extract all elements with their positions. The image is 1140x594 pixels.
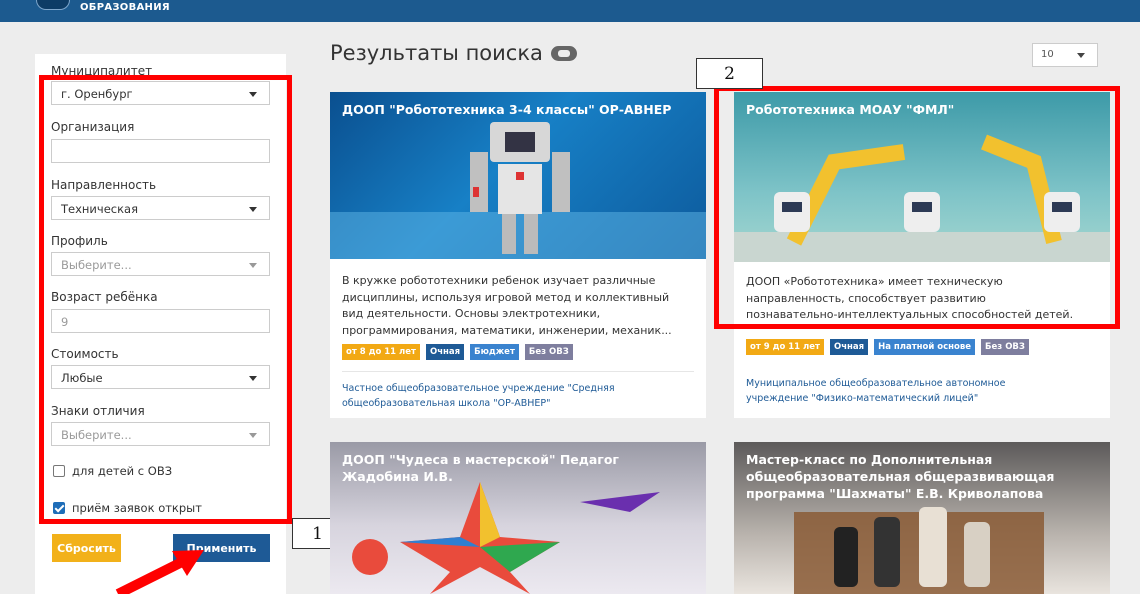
form-tag: Очная (425, 344, 465, 360)
chevron-down-icon (1077, 53, 1085, 58)
badges-placeholder: Выберите... (61, 428, 132, 442)
badges-select[interactable]: Выберите... (51, 422, 270, 446)
open-applications-checkbox[interactable]: приём заявок открыт (53, 501, 202, 515)
logo-icon[interactable] (36, 0, 70, 10)
funding-tag: Бюджет (470, 344, 519, 360)
card-image[interactable]: ДООП "Чудеса в мастерской" Педагог Жадоб… (330, 442, 706, 594)
card-tags: от 8 до 11 лет Очная Бюджет Без ОВЗ (342, 344, 573, 360)
ovz-tag: Без ОВЗ (981, 339, 1029, 355)
card-organization[interactable]: Муниципальное общеобразовательное автоно… (746, 376, 1005, 406)
age-value: 9 (61, 315, 69, 329)
result-card[interactable]: Мастер-класс по Дополнительная общеобраз… (734, 442, 1110, 594)
cost-select[interactable]: Любые (51, 365, 270, 389)
cost-label: Стоимость (51, 347, 119, 361)
top-header: ОБРАЗОВАНИЯ (0, 0, 1140, 22)
divider (342, 371, 694, 372)
ovz-checkbox[interactable]: для детей с ОВЗ (53, 464, 172, 478)
age-tag: от 8 до 11 лет (342, 344, 420, 360)
card-title[interactable]: Робототехника МОАУ "ФМЛ" (746, 101, 1100, 118)
ovz-tag: Без ОВЗ (524, 344, 573, 360)
card-description: В кружке робототехники ребенок изучает р… (342, 274, 672, 337)
age-label: Возраст ребёнка (51, 290, 158, 304)
card-title[interactable]: ДООП "Чудеса в мастерской" Педагог Жадоб… (342, 451, 696, 485)
results-title: Результаты поиска (330, 41, 543, 65)
result-card[interactable]: Робототехника МОАУ "ФМЛ" ДООП «Робототех… (734, 92, 1110, 418)
filter-sidebar: Муниципалитет г. Оренбург Организация На… (35, 54, 286, 594)
card-image[interactable]: Мастер-класс по Дополнительная общеобраз… (734, 442, 1110, 594)
open-applications-label: приём заявок открыт (72, 501, 202, 515)
card-title[interactable]: ДООП "Робототехника 3-4 классы" ОР-АВНЕР (342, 101, 696, 118)
direction-label: Направленность (51, 178, 157, 192)
chevron-down-icon (249, 92, 257, 97)
organization-label: Организация (51, 120, 135, 134)
brand-text: ОБРАЗОВАНИЯ (80, 2, 170, 13)
chevron-down-icon (249, 207, 257, 212)
per-page-value: 10 (1041, 49, 1054, 60)
direction-select[interactable]: Техническая (51, 196, 270, 220)
municipality-select[interactable]: г. Оренбург (51, 81, 270, 105)
profile-placeholder: Выберите... (61, 258, 132, 272)
checkbox-checked-icon[interactable] (53, 502, 65, 514)
municipality-value: г. Оренбург (61, 87, 133, 101)
count-badge-icon (550, 45, 577, 61)
cost-value: Любые (61, 371, 103, 385)
badges-label: Знаки отличия (51, 404, 145, 418)
age-input[interactable]: 9 (51, 309, 270, 333)
municipality-label: Муниципалитет (51, 64, 153, 78)
red-arrow-icon (115, 550, 204, 594)
card-image[interactable]: ДООП "Робототехника 3-4 классы" ОР-АВНЕР (330, 92, 706, 259)
funding-tag: На платной основе (874, 339, 976, 355)
card-description: ДООП «Робототехника» имеет техническую н… (746, 275, 1074, 321)
per-page-select[interactable]: 10 (1032, 43, 1098, 67)
results-heading: Результаты поиска (330, 41, 577, 65)
card-title[interactable]: Мастер-класс по Дополнительная общеобраз… (746, 451, 1100, 502)
form-tag: Очная (829, 339, 869, 355)
result-card[interactable]: ДООП "Чудеса в мастерской" Педагог Жадоб… (330, 442, 706, 594)
organization-input[interactable] (51, 139, 270, 163)
ovz-label: для детей с ОВЗ (72, 464, 173, 478)
card-image[interactable]: Робототехника МОАУ "ФМЛ" (734, 92, 1110, 262)
result-card[interactable]: ДООП "Робототехника 3-4 классы" ОР-АВНЕР… (330, 92, 706, 418)
direction-value: Техническая (61, 202, 139, 216)
card-tags: от 9 до 11 лет Очная На платной основе Б… (746, 339, 1029, 355)
chevron-down-icon (249, 433, 257, 438)
profile-select[interactable]: Выберите... (51, 252, 270, 276)
chevron-down-icon (249, 376, 257, 381)
profile-label: Профиль (51, 234, 108, 248)
chevron-down-icon (249, 263, 257, 268)
annotation-label-2: 2 (696, 58, 763, 89)
age-tag: от 9 до 11 лет (746, 339, 824, 355)
checkbox-icon[interactable] (53, 465, 65, 477)
card-organization[interactable]: Частное общеобразовательное учреждение "… (342, 381, 615, 411)
